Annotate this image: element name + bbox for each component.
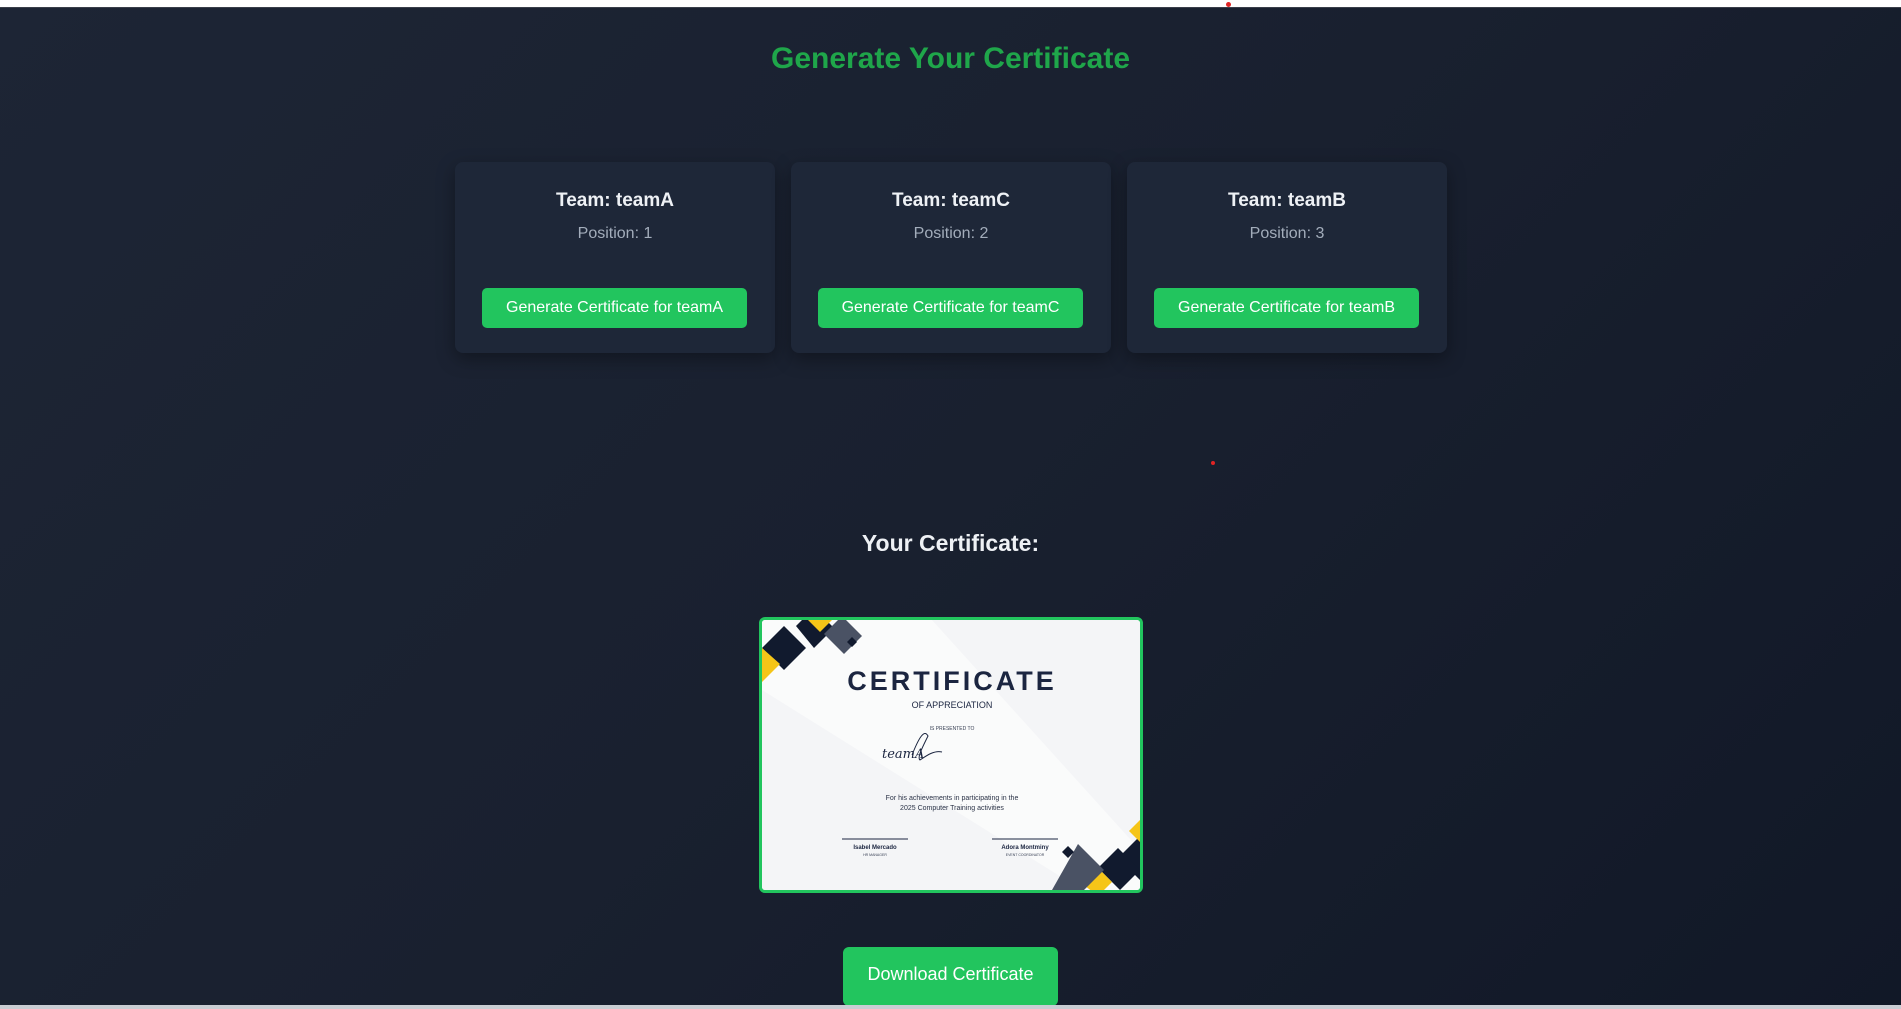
page-title: Generate Your Certificate [770, 42, 1131, 75]
certificate-body-line: For his achievements in participating in… [886, 795, 1019, 802]
certificate-subtitle: OF APPRECIATION [912, 700, 993, 710]
team-card-teamC: Team: teamC Position: 2 Generate Certifi… [791, 162, 1111, 353]
signer-role: HR MANAGER [863, 853, 887, 857]
team-position: Position: 3 [1249, 225, 1325, 242]
certificate-image: CERTIFICATE OF APPRECIATION IS PRESENTED… [762, 620, 1140, 890]
team-cards: Team: teamA Position: 1 Generate Certifi… [455, 162, 1447, 353]
generate-certificate-button-teamC[interactable]: Generate Certificate for teamC [818, 288, 1083, 328]
recipient-signature: teamA [882, 747, 924, 762]
certificate-body-line: 2025 Computer Training activities [900, 805, 1004, 812]
team-name: Team: teamC [892, 190, 1010, 211]
team-card-teamA: Team: teamA Position: 1 Generate Certifi… [455, 162, 775, 353]
certificate-preview: CERTIFICATE OF APPRECIATION IS PRESENTED… [759, 617, 1143, 893]
certificate-title: CERTIFICATE [847, 666, 1057, 696]
download-certificate-button[interactable]: Download Certificate [843, 947, 1058, 1006]
certificate-heading: Your Certificate: [861, 530, 1040, 556]
signer-name: Adora Montminy [1001, 845, 1049, 851]
team-card-teamB: Team: teamB Position: 3 Generate Certifi… [1127, 162, 1447, 353]
generate-certificate-button-teamB[interactable]: Generate Certificate for teamB [1154, 288, 1419, 328]
indicator-dot [1226, 2, 1231, 7]
certificate-presented: IS PRESENTED TO [930, 726, 975, 732]
browser-top-bar [0, 0, 1901, 8]
signer-role: EVENT COORDINATOR [1006, 853, 1045, 857]
signer-name: Isabel Mercado [853, 845, 897, 851]
generate-certificate-button-teamA[interactable]: Generate Certificate for teamA [482, 288, 747, 328]
team-position: Position: 1 [577, 225, 653, 242]
team-position: Position: 2 [913, 225, 989, 242]
browser-bottom-bar [0, 1005, 1901, 1009]
team-name: Team: teamA [556, 190, 674, 211]
team-name: Team: teamB [1228, 190, 1346, 211]
indicator-dot [1211, 461, 1215, 465]
